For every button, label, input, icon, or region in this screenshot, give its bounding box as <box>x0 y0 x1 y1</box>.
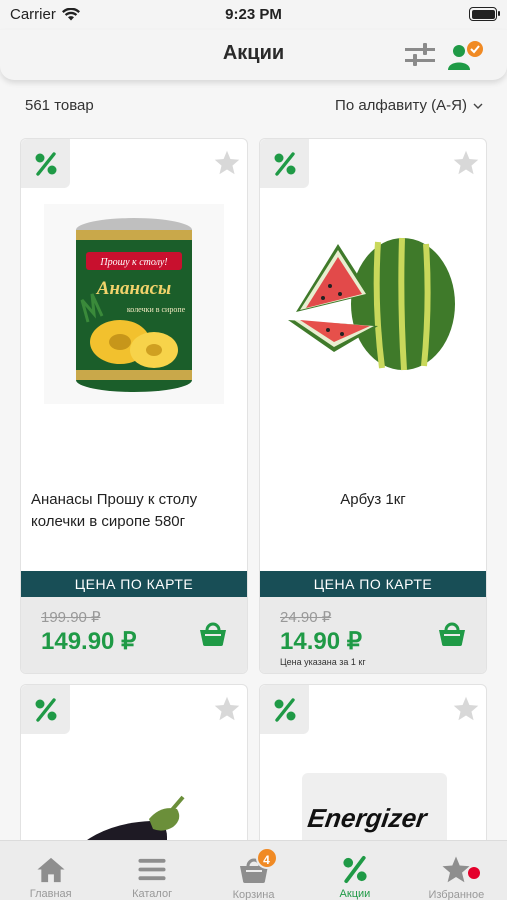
product-card[interactable]: Арбуз 1кг ЦЕНА ПО КАРТЕ 24.90 ₽ 14.90 ₽ … <box>259 138 487 674</box>
star-icon-wrap <box>440 855 481 885</box>
basket-icon-wrap: 4 <box>238 847 278 885</box>
star-icon[interactable] <box>213 695 241 723</box>
battery-icon <box>469 7 500 21</box>
profile-icon[interactable] <box>446 40 486 72</box>
can-illustration: Прошу к столу! Ананасы колечки в сиропе <box>44 204 224 404</box>
price-box: 24.90 ₽ 14.90 ₽ Цена указана за 1 кг <box>260 597 486 673</box>
old-price: 199.90 ₽ <box>41 609 101 626</box>
star-icon[interactable] <box>452 695 480 723</box>
can-brand: Прошу к столу! <box>99 257 167 268</box>
nav-header: Акции <box>0 30 507 80</box>
tab-label: Корзина <box>232 889 275 900</box>
card-price-label: ЦЕНА ПО КАРТЕ <box>21 571 247 597</box>
old-price: 24.90 ₽ <box>280 609 332 626</box>
home-icon <box>37 857 65 883</box>
clock: 9:23 PM <box>225 6 282 23</box>
promotions-screen: Carrier 9:23 PM Акции 561 товар По алфав… <box>0 0 507 900</box>
sort-dropdown[interactable]: По алфавиту (А-Я) <box>335 97 483 114</box>
menu-icon <box>138 858 166 881</box>
add-to-basket-icon[interactable] <box>197 618 229 650</box>
promo-badge <box>21 139 70 188</box>
filter-icon[interactable] <box>404 41 436 69</box>
product-card[interactable]: Прошу к столу! Ананасы колечки в сиропе … <box>20 138 248 674</box>
tab-catalog[interactable]: Каталог <box>101 841 202 900</box>
promo-badge <box>21 685 70 734</box>
brand-text: Energizer <box>305 803 429 833</box>
listing-toolbar: 561 товар По алфавиту (А-Я) <box>0 92 507 120</box>
product-name: Арбуз 1кг <box>340 491 406 508</box>
cart-count-badge: 4 <box>255 847 278 869</box>
can-subtitle: колечки в сиропе <box>127 305 186 314</box>
percent-icon <box>343 855 367 884</box>
sort-label: По алфавиту (А-Я) <box>335 97 467 114</box>
promo-badge <box>260 685 309 734</box>
tab-label: Акции <box>339 888 371 900</box>
product-name: Ананасы Прошу к столу колечки в сиропе 5… <box>31 491 198 530</box>
canned-pineapple-image: Прошу к столу! Ананасы колечки в сиропе <box>21 189 247 419</box>
add-to-basket-icon[interactable] <box>436 618 468 650</box>
notification-dot <box>468 867 481 879</box>
energizer-battery-image: Energizer <box>302 773 447 843</box>
promo-badge <box>260 139 309 188</box>
tab-promotions[interactable]: Акции <box>304 841 405 900</box>
card-price-label: ЦЕНА ПО КАРТЕ <box>260 571 486 597</box>
new-price: 14.90 ₽ <box>280 628 362 655</box>
unit-price-note: Цена указана за 1 кг <box>280 657 366 667</box>
percent-icon <box>274 151 295 176</box>
tab-home[interactable]: Главная <box>0 841 101 900</box>
watermelon-illustration <box>288 237 455 371</box>
percent-icon <box>35 151 56 176</box>
price-box: 199.90 ₽ 149.90 ₽ <box>21 597 247 673</box>
product-count: 561 товар <box>25 97 94 114</box>
tab-label: Главная <box>29 888 72 900</box>
star-icon[interactable] <box>213 149 241 177</box>
percent-icon <box>274 697 295 722</box>
tab-label: Каталог <box>132 888 173 900</box>
percent-icon <box>35 697 56 722</box>
new-price: 149.90 ₽ <box>41 628 137 655</box>
star-icon[interactable] <box>452 149 480 177</box>
tab-label: Избранное <box>428 889 485 900</box>
tab-favorites[interactable]: Избранное <box>406 841 507 900</box>
can-title: Ананасы <box>96 278 171 299</box>
tab-cart[interactable]: 4 Корзина <box>203 841 304 900</box>
status-bar: Carrier 9:23 PM <box>0 0 507 30</box>
bottom-tab-bar: Главная Каталог 4 Корзина Акции Избранно… <box>0 840 507 900</box>
watermelon-image <box>260 189 486 419</box>
chevron-down-icon <box>473 103 483 109</box>
